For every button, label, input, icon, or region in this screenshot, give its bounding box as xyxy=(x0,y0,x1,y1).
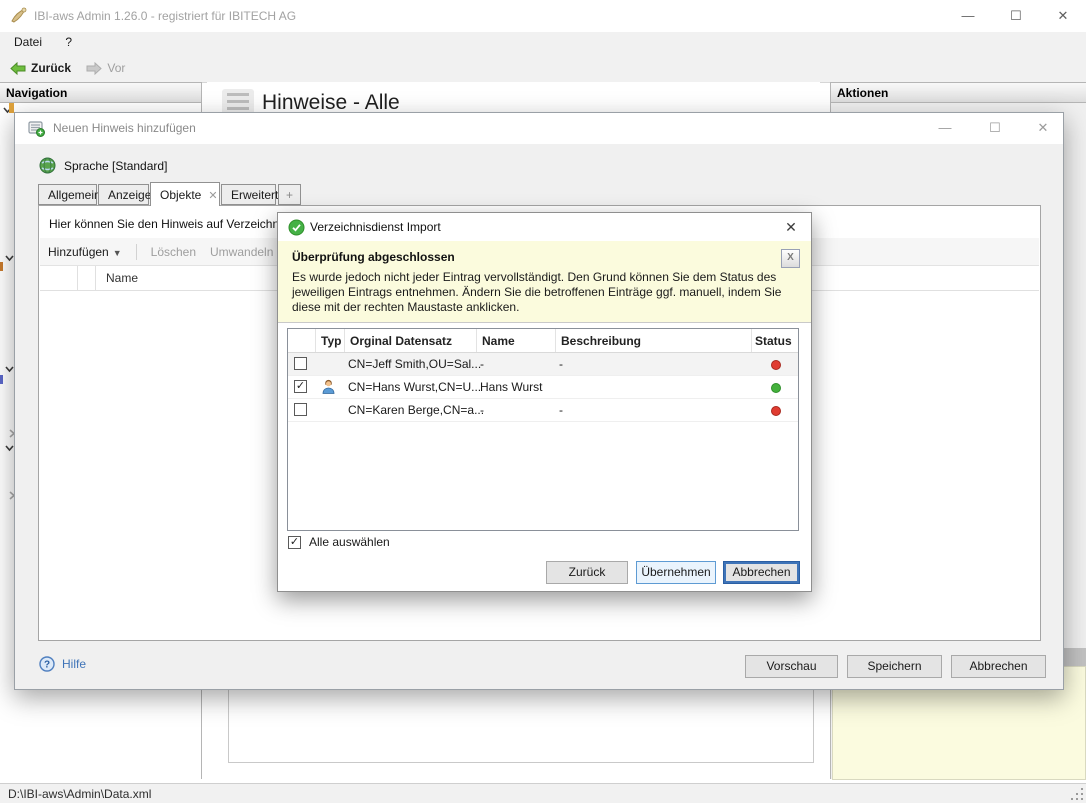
success-check-icon xyxy=(288,219,305,236)
apply-button[interactable]: Übernehmen xyxy=(636,561,716,584)
col-typ[interactable]: Typ xyxy=(321,334,341,348)
convert-object-button[interactable]: Umwandeln▼ xyxy=(210,245,286,259)
status-dot xyxy=(771,406,781,416)
cell-description: - xyxy=(559,403,563,417)
data-file-path: D:\IBI-aws\Admin\Data.xml xyxy=(8,787,151,801)
cell-original: CN=Jeff Smith,OU=Sal... xyxy=(348,357,481,371)
tree-item-icon xyxy=(0,375,3,384)
tab-anzeige[interactable]: Anzeige xyxy=(98,184,149,205)
svg-text:?: ? xyxy=(44,660,50,671)
cell-name: - xyxy=(480,403,484,417)
table-row[interactable]: CN=Jeff Smith,OU=Sal... - - xyxy=(288,353,798,376)
dialog-titlebar: Neuen Hinweis hinzufügen — ☐ ✕ xyxy=(15,113,1063,144)
save-button[interactable]: Speichern xyxy=(847,655,942,678)
dialog-minimize-button[interactable]: — xyxy=(925,113,965,143)
main-toolbar: Zurück Vor xyxy=(0,54,1086,83)
add-object-button[interactable]: Hinzufügen▼ xyxy=(48,245,122,259)
help-label: Hilfe xyxy=(62,657,86,671)
statusbar: D:\IBI-aws\Admin\Data.xml xyxy=(0,783,1086,803)
dialog-close-button[interactable]: ✕ xyxy=(1023,113,1063,143)
dialog-title: Neuen Hinweis hinzufügen xyxy=(53,113,196,144)
app-icon xyxy=(10,7,28,25)
import-table: Typ Orginal Datensatz Name Beschreibung … xyxy=(287,328,799,531)
tree-item-icon xyxy=(0,262,3,271)
status-dot xyxy=(771,383,781,393)
maximize-button[interactable]: ☐ xyxy=(993,0,1039,31)
help-icon: ? xyxy=(39,656,55,672)
table-row[interactable]: CN=Karen Berge,CN=a... - - xyxy=(288,399,798,422)
tab-objekte[interactable]: Objekte✕ xyxy=(150,182,220,206)
select-all-label: Alle auswählen xyxy=(309,535,390,549)
minimize-button[interactable]: — xyxy=(945,0,991,31)
forward-label: Vor xyxy=(107,61,125,75)
window-title: IBI-aws Admin 1.26.0 - registriert für I… xyxy=(34,0,296,32)
dialog-maximize-button[interactable]: ☐ xyxy=(975,113,1015,143)
col-original[interactable]: Orginal Datensatz xyxy=(350,334,452,348)
import-dialog-close-button[interactable]: ✕ xyxy=(779,213,803,241)
forward-arrow-icon xyxy=(86,62,102,75)
close-button[interactable]: ✕ xyxy=(1040,0,1086,31)
banner-text: Es wurde jedoch nicht jeder Eintrag verv… xyxy=(292,270,792,315)
preview-button[interactable]: Vorschau xyxy=(745,655,838,678)
name-column-header[interactable]: Name xyxy=(106,271,138,285)
actions-header: Aktionen xyxy=(831,82,1086,103)
wizard-cancel-button[interactable]: Abbrechen xyxy=(723,561,800,584)
titlebar: IBI-aws Admin 1.26.0 - registriert für I… xyxy=(0,0,1086,33)
banner-close-button[interactable]: X xyxy=(781,249,800,268)
directory-import-dialog: Verzeichnisdienst Import ✕ Überprüfung a… xyxy=(277,212,812,592)
language-label: Sprache [Standard] xyxy=(64,159,167,173)
status-dot xyxy=(771,360,781,370)
import-dialog-title: Verzeichnisdienst Import xyxy=(310,213,441,241)
back-label: Zurück xyxy=(31,61,71,75)
wizard-back-button[interactable]: Zurück xyxy=(546,561,628,584)
menu-help[interactable]: ? xyxy=(55,32,82,52)
cell-original: CN=Hans Wurst,CN=U... xyxy=(348,380,481,394)
delete-object-button[interactable]: Löschen xyxy=(151,245,196,259)
cell-name: Hans Wurst xyxy=(480,380,542,394)
resize-grip[interactable] xyxy=(1071,788,1083,800)
back-button[interactable]: Zurück xyxy=(4,54,77,82)
import-table-header: Typ Orginal Datensatz Name Beschreibung … xyxy=(288,329,798,353)
col-status[interactable]: Status xyxy=(755,334,792,348)
language-selector[interactable]: Sprache [Standard] xyxy=(39,157,167,174)
navigation-header: Navigation xyxy=(0,82,201,103)
toolbar-separator xyxy=(136,244,137,260)
table-row[interactable]: CN=Hans Wurst,CN=U... Hans Wurst xyxy=(288,376,798,399)
menu-datei[interactable]: Datei xyxy=(4,32,52,52)
add-notice-icon xyxy=(28,120,45,137)
help-link[interactable]: ? Hilfe xyxy=(39,656,86,672)
app-window: IBI-aws Admin 1.26.0 - registriert für I… xyxy=(0,0,1086,803)
col-beschreibung[interactable]: Beschreibung xyxy=(561,334,641,348)
col-name[interactable]: Name xyxy=(482,334,515,348)
result-banner: Überprüfung abgeschlossen X Es wurde jed… xyxy=(278,241,811,323)
tab-add-button[interactable]: + xyxy=(278,184,301,205)
row-checkbox[interactable] xyxy=(294,357,307,370)
menubar: Datei ? xyxy=(0,32,1086,54)
import-dialog-titlebar: Verzeichnisdienst Import ✕ xyxy=(278,213,811,241)
forward-button[interactable]: Vor xyxy=(80,54,131,82)
cell-name: - xyxy=(480,357,484,371)
back-arrow-icon xyxy=(10,62,26,75)
dropdown-arrow-icon: ▼ xyxy=(113,248,122,258)
select-all-checkbox[interactable] xyxy=(288,536,301,549)
cell-description: - xyxy=(559,357,563,371)
banner-title: Überprüfung abgeschlossen xyxy=(292,250,455,264)
tab-erweitert[interactable]: Erweitert xyxy=(221,184,276,205)
globe-icon xyxy=(39,157,56,174)
tab-close-icon[interactable]: ✕ xyxy=(208,190,217,202)
cell-original: CN=Karen Berge,CN=a... xyxy=(348,403,484,417)
row-checkbox[interactable] xyxy=(294,380,307,393)
cancel-button[interactable]: Abbrechen xyxy=(951,655,1046,678)
select-all-control[interactable]: Alle auswählen xyxy=(288,535,390,549)
user-icon xyxy=(321,379,336,395)
row-checkbox[interactable] xyxy=(294,403,307,416)
tab-allgemein[interactable]: Allgemein xyxy=(38,184,97,205)
